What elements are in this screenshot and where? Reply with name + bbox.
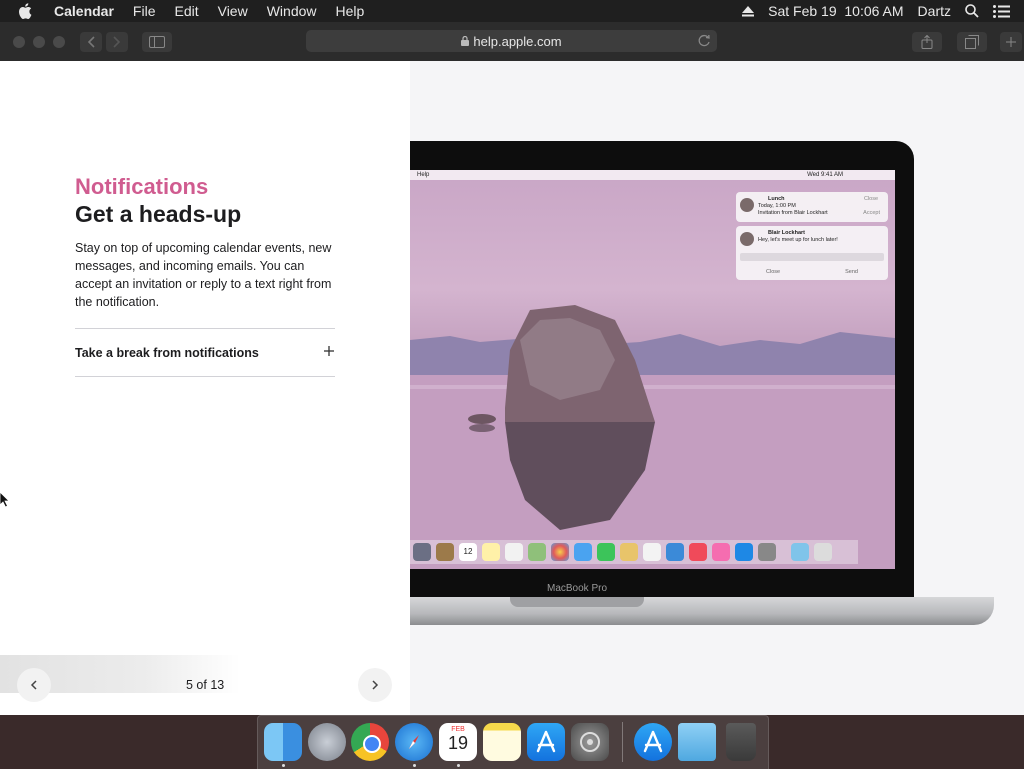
accordion-take-a-break[interactable]: Take a break from notifications bbox=[75, 328, 335, 377]
accordion-label: Take a break from notifications bbox=[75, 345, 259, 360]
new-tab-button[interactable] bbox=[1000, 32, 1022, 52]
running-indicator bbox=[282, 764, 285, 767]
calendar-month: FEB bbox=[451, 726, 465, 733]
mini-dock-app-icon bbox=[413, 543, 431, 561]
browser-toolbar: help.apple.com bbox=[0, 22, 1024, 62]
mini-dock-app-icon bbox=[712, 543, 730, 561]
mini-dock-app-icon bbox=[528, 543, 546, 561]
forward-button[interactable] bbox=[106, 32, 128, 52]
mini-dock-app-icon bbox=[482, 543, 500, 561]
mini-dock-calendar-icon: 12 bbox=[459, 543, 477, 561]
url-text: help.apple.com bbox=[473, 33, 562, 49]
notification-send-button[interactable]: Send bbox=[845, 269, 858, 275]
mini-dock-app-icon bbox=[814, 543, 832, 561]
macbook-base bbox=[410, 597, 994, 625]
eject-icon[interactable] bbox=[742, 5, 755, 17]
running-indicator bbox=[457, 764, 460, 767]
notification-sender: Blair Lockhart bbox=[768, 230, 805, 236]
zoom-window-button[interactable] bbox=[53, 36, 65, 48]
mini-dock-app-icon bbox=[758, 543, 776, 561]
menu-file[interactable]: File bbox=[133, 0, 156, 22]
lock-icon bbox=[461, 36, 470, 46]
menu-window[interactable]: Window bbox=[267, 0, 317, 22]
menu-help[interactable]: Help bbox=[336, 0, 365, 22]
mini-dock-app-icon bbox=[666, 543, 684, 561]
notification-accept-button[interactable]: Accept bbox=[863, 210, 880, 216]
notification-time: Today, 1:00 PM bbox=[758, 203, 796, 209]
clock-datetime[interactable]: Sat Feb 19 10:06 AM bbox=[768, 3, 903, 19]
trash-icon[interactable] bbox=[726, 723, 756, 761]
user-name[interactable]: Dartz bbox=[918, 3, 951, 19]
running-indicator bbox=[413, 764, 416, 767]
device-label: MacBook Pro bbox=[547, 583, 608, 594]
mini-dock-app-icon bbox=[735, 543, 753, 561]
launchpad-icon[interactable] bbox=[308, 723, 346, 761]
reload-icon[interactable] bbox=[698, 34, 711, 50]
menu-extras: Sat Feb 19 10:06 AM Dartz bbox=[742, 3, 1024, 19]
calendar-day: 19 bbox=[447, 733, 469, 753]
calendar-icon[interactable]: FEB 19 bbox=[439, 723, 477, 761]
notification-message-text: Hey, let's meet up for lunch later! bbox=[758, 237, 838, 243]
menu-edit[interactable]: Edit bbox=[174, 0, 198, 22]
next-page-button[interactable] bbox=[358, 668, 392, 702]
plus-icon[interactable] bbox=[323, 344, 335, 362]
minimize-window-button[interactable] bbox=[33, 36, 45, 48]
article-body: Stay on top of upcoming calendar events,… bbox=[75, 241, 332, 309]
mini-dock-app-icon bbox=[436, 543, 454, 561]
menu-app-calendar[interactable]: Calendar bbox=[54, 0, 114, 22]
app-store-icon[interactable] bbox=[527, 723, 565, 761]
back-button[interactable] bbox=[80, 32, 102, 52]
previous-page-button[interactable] bbox=[17, 668, 51, 702]
notification-title: Lunch bbox=[768, 196, 785, 202]
notification-close-button[interactable]: Close bbox=[864, 196, 878, 202]
system-preferences-icon[interactable] bbox=[571, 723, 609, 761]
avatar bbox=[740, 232, 754, 246]
macbook-notch bbox=[510, 597, 644, 607]
spotlight-search-icon[interactable] bbox=[965, 4, 979, 18]
menu-view[interactable]: View bbox=[218, 0, 248, 22]
chevron-right-icon bbox=[372, 680, 379, 690]
mini-dock-app-icon bbox=[791, 543, 809, 561]
address-bar[interactable]: help.apple.com bbox=[306, 30, 717, 52]
chevron-left-icon bbox=[30, 680, 37, 690]
mini-dock-photos-icon bbox=[551, 543, 569, 561]
mouse-pointer-icon bbox=[0, 492, 10, 508]
mini-dock-app-icon bbox=[597, 543, 615, 561]
notification-detail: Invitation from Blair Lockhart bbox=[758, 210, 828, 216]
page-title: Get a heads-up bbox=[75, 201, 242, 227]
dock: FEB 19 bbox=[257, 715, 769, 769]
share-button[interactable] bbox=[912, 32, 942, 52]
page-counter: 5 of 13 bbox=[186, 678, 225, 692]
notification-message[interactable]: Blair Lockhart Hey, let's meet up for lu… bbox=[736, 226, 888, 280]
mini-dock-app-icon bbox=[620, 543, 638, 561]
sidebar-toggle-button[interactable] bbox=[142, 32, 172, 52]
mini-dock-app-icon bbox=[505, 543, 523, 561]
app-store-downloads-icon[interactable] bbox=[634, 723, 672, 761]
notification-close-button[interactable]: Close bbox=[766, 269, 780, 275]
reply-field[interactable] bbox=[740, 253, 884, 261]
chrome-icon[interactable] bbox=[351, 723, 389, 761]
close-window-button[interactable] bbox=[13, 36, 25, 48]
macbook-screen: Help Wed 9:41 AM Lunch Today, 1:00 PM In… bbox=[410, 170, 895, 569]
safari-icon[interactable] bbox=[395, 723, 433, 761]
mini-dock-app-icon bbox=[643, 543, 661, 561]
mini-dock-app-icon bbox=[574, 543, 592, 561]
mini-dock: 12 bbox=[410, 540, 858, 564]
menu-bar: Calendar File Edit View Window Help Sat … bbox=[0, 0, 1024, 22]
notification-center-icon[interactable] bbox=[993, 4, 1010, 18]
tab-overview-button[interactable] bbox=[957, 32, 987, 52]
apple-menu-icon[interactable] bbox=[18, 3, 38, 19]
avatar bbox=[740, 198, 754, 212]
mini-dock-app-icon bbox=[689, 543, 707, 561]
notes-icon[interactable] bbox=[483, 723, 521, 761]
downloads-folder-icon[interactable] bbox=[678, 723, 716, 761]
notification-lunch[interactable]: Lunch Today, 1:00 PM Invitation from Bla… bbox=[736, 192, 888, 222]
section-eyebrow: Notifications bbox=[75, 174, 209, 199]
dock-separator bbox=[622, 722, 623, 762]
finder-icon[interactable] bbox=[264, 723, 302, 761]
